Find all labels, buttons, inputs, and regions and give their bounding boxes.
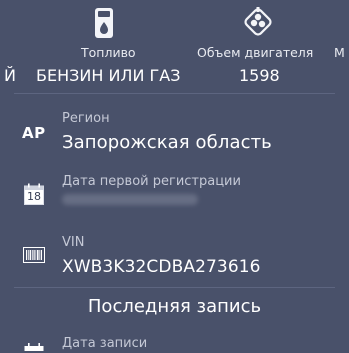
fuel-label: Топливо (81, 45, 136, 60)
fuel-value: БЕНЗИН ИЛИ ГАЗ (36, 66, 181, 85)
spec-partial-left-value: Й (4, 66, 16, 85)
divider-middle (14, 287, 335, 288)
calendar-icon: 18 (24, 183, 44, 205)
vin-row: VIN XWB3K32CDBA273616 (0, 231, 349, 287)
region-row: АР Регион Запорожская область (0, 108, 349, 164)
engine-value: 1598 (239, 66, 280, 85)
first-registration-label: Дата первой регистрации (62, 174, 241, 189)
spec-partial-right-label: М (334, 45, 345, 60)
calendar-day-text: 18 (27, 190, 41, 203)
first-registration-value-redacted (62, 194, 198, 205)
record-date-label: Дата записи (62, 336, 148, 351)
last-record-title: Последняя запись (87, 296, 262, 317)
specs-strip: Й Топливо БЕНЗИН ИЛИ ГАЗ Объем двигателя… (0, 0, 349, 92)
engine-icon (244, 7, 272, 36)
vin-value: XWB3K32CDBA273616 (62, 257, 261, 277)
region-badge-icon: АР (22, 124, 46, 142)
fuel-icon (95, 8, 113, 38)
vin-label: VIN (62, 235, 85, 250)
region-label: Регион (62, 111, 110, 126)
first-registration-row: 18 Дата первой регистрации (0, 172, 349, 222)
region-value: Запорожская область (62, 132, 272, 153)
engine-label: Объем двигателя (197, 45, 314, 60)
record-date-row: Дата записи (0, 333, 349, 353)
divider-top (14, 93, 335, 94)
barcode-icon (23, 247, 45, 263)
